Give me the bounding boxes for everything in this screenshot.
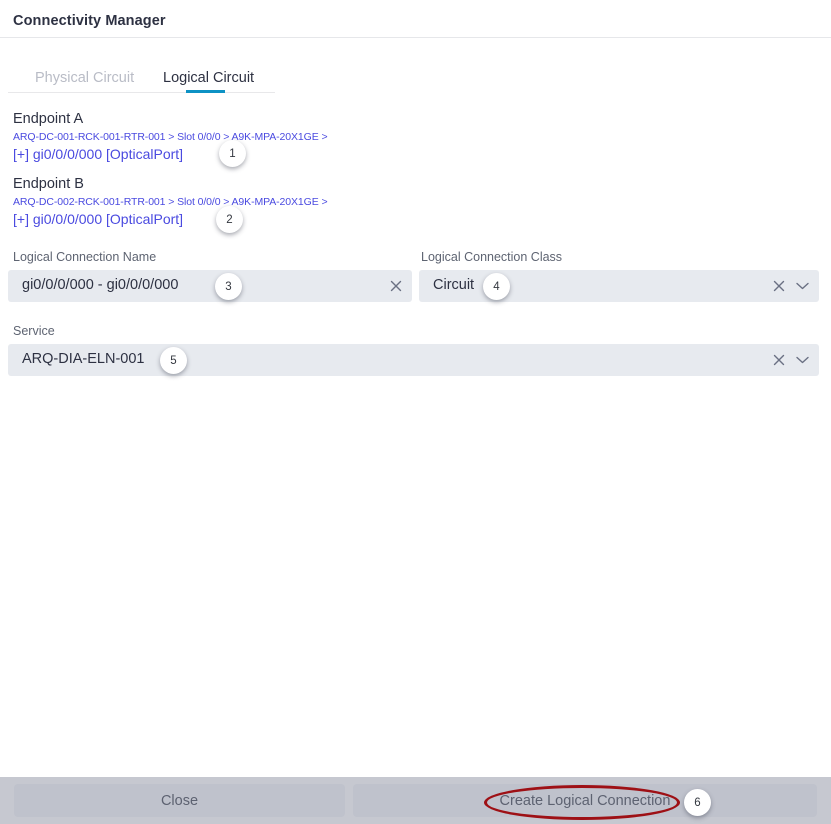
close-icon[interactable]: [390, 280, 402, 292]
connection-name-input[interactable]: gi0/0/0/000 - gi0/0/0/000: [8, 270, 412, 302]
connection-class-field-icons: [773, 270, 809, 302]
connection-class-select[interactable]: Circuit: [419, 270, 819, 302]
page-title: Connectivity Manager: [13, 13, 166, 29]
service-label: Service: [13, 324, 55, 338]
endpoint-a-port[interactable]: [+] gi0/0/0/000 [OpticalPort]: [13, 145, 328, 163]
endpoint-b-label: Endpoint B: [13, 176, 84, 192]
endpoint-b-port[interactable]: [+] gi0/0/0/000 [OpticalPort]: [13, 210, 328, 228]
create-logical-connection-button[interactable]: Create Logical Connection: [353, 784, 817, 817]
close-button[interactable]: Close: [14, 784, 345, 817]
badge-6: 6: [684, 789, 711, 816]
active-tab-indicator: [186, 90, 225, 93]
badge-5: 5: [160, 347, 187, 374]
endpoint-b-block: Endpoint B ARQ-DC-002-RCK-001-RTR-001 > …: [13, 175, 328, 228]
service-value: ARQ-DIA-ELN-001: [22, 351, 145, 367]
service-field-icons: [773, 344, 809, 376]
close-icon[interactable]: [773, 280, 785, 292]
chevron-down-icon[interactable]: [796, 282, 809, 290]
connection-class-value: Circuit: [433, 277, 475, 293]
connection-name-value: gi0/0/0/000 - gi0/0/0/000: [22, 277, 179, 293]
service-select[interactable]: ARQ-DIA-ELN-001: [8, 344, 819, 376]
badge-3: 3: [215, 273, 242, 300]
connection-name-label: Logical Connection Name: [13, 250, 157, 264]
connection-class-label: Logical Connection Class: [421, 250, 563, 264]
tab-bar: Physical Circuit Logical Circuit: [8, 62, 275, 93]
endpoint-a-breadcrumb[interactable]: ARQ-DC-001-RCK-001-RTR-001 > Slot 0/0/0 …: [13, 130, 328, 144]
chevron-down-icon[interactable]: [796, 356, 809, 364]
connection-name-field-icons: [390, 270, 402, 302]
badge-2: 2: [216, 206, 243, 233]
connectivity-manager-dialog: Connectivity Manager Physical Circuit Lo…: [0, 0, 831, 824]
badge-1: 1: [219, 140, 246, 167]
dialog-header: Connectivity Manager: [0, 0, 831, 38]
endpoint-a-block: Endpoint A ARQ-DC-001-RCK-001-RTR-001 > …: [13, 110, 328, 163]
tab-physical-circuit[interactable]: Physical Circuit: [35, 62, 134, 93]
close-icon[interactable]: [773, 354, 785, 366]
badge-4: 4: [483, 273, 510, 300]
tab-logical-circuit[interactable]: Logical Circuit: [163, 62, 254, 93]
endpoint-a-label: Endpoint A: [13, 111, 84, 127]
endpoint-b-breadcrumb[interactable]: ARQ-DC-002-RCK-001-RTR-001 > Slot 0/0/0 …: [13, 195, 328, 209]
